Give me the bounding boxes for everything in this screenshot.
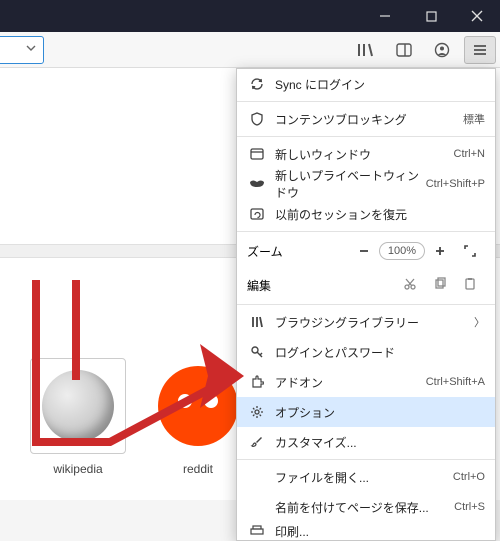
tile-wikipedia[interactable]: wikipedia	[30, 358, 126, 476]
gear-icon	[247, 405, 267, 419]
wikipedia-logo	[42, 370, 114, 442]
minimize-button[interactable]	[362, 0, 408, 32]
menu-label: 印刷...	[267, 523, 485, 540]
chevron-right-icon: 〉	[474, 314, 485, 330]
menu-label: ログインとパスワード	[267, 344, 485, 361]
toolbar: す	[0, 32, 500, 68]
hamburger-menu-button[interactable]	[464, 36, 496, 64]
menu-item-open-file[interactable]: ファイルを開く... Ctrl+O	[237, 462, 495, 492]
menu-item-blocking[interactable]: コンテンツブロッキング 標準	[237, 104, 495, 134]
sidebar-icon[interactable]	[388, 36, 420, 64]
tile-label: wikipedia	[30, 462, 126, 476]
key-icon	[247, 345, 267, 359]
menu-label: 新しいウィンドウ	[267, 146, 454, 163]
menu-item-library[interactable]: ブラウジングライブラリー 〉	[237, 307, 495, 337]
zoom-in-button[interactable]	[425, 239, 455, 263]
edit-label: 編集	[247, 277, 395, 294]
maximize-button[interactable]	[408, 0, 454, 32]
copy-button[interactable]	[425, 277, 455, 294]
shortcut: Ctrl+Shift+A	[426, 376, 485, 388]
account-icon[interactable]	[426, 36, 458, 64]
menu-item-new-private[interactable]: 新しいプライベートウィンドウ Ctrl+Shift+P	[237, 169, 495, 199]
shortcut: Ctrl+N	[454, 148, 485, 160]
app-menu: Sync にログイン コンテンツブロッキング 標準 新しいウィンドウ Ctrl+…	[236, 68, 496, 541]
blocking-badge: 標準	[463, 111, 485, 127]
menu-label: Sync にログイン	[267, 76, 485, 93]
zoom-label: ズーム	[247, 243, 349, 260]
library-icon[interactable]	[350, 36, 382, 64]
menu-item-addons[interactable]: アドオン Ctrl+Shift+A	[237, 367, 495, 397]
menu-item-options[interactable]: オプション	[237, 397, 495, 427]
chevron-down-icon[interactable]	[25, 42, 37, 57]
shortcut: Ctrl+Shift+P	[426, 178, 485, 190]
menu-label: オプション	[267, 404, 485, 421]
menu-label: 新しいプライベートウィンドウ	[267, 167, 426, 201]
menu-zoom-row: ズーム 100%	[237, 234, 495, 268]
menu-item-sync[interactable]: Sync にログイン	[237, 69, 495, 99]
menu-item-restore[interactable]: 以前のセッションを復元	[237, 199, 495, 229]
menu-label: ファイルを開く...	[267, 469, 453, 486]
fullscreen-button[interactable]	[455, 239, 485, 263]
restore-icon	[247, 208, 267, 220]
shortcut: Ctrl+S	[454, 501, 485, 513]
address-bar[interactable]: す	[0, 36, 44, 64]
menu-label: コンテンツブロッキング	[267, 111, 463, 128]
menu-item-logins[interactable]: ログインとパスワード	[237, 337, 495, 367]
menu-item-customize[interactable]: カスタマイズ...	[237, 427, 495, 457]
puzzle-icon	[247, 375, 267, 389]
menu-item-save-as[interactable]: 名前を付けてページを保存... Ctrl+S	[237, 492, 495, 522]
mask-icon	[247, 179, 267, 189]
menu-item-new-window[interactable]: 新しいウィンドウ Ctrl+N	[237, 139, 495, 169]
tile-label: reddit	[150, 462, 246, 476]
menu-label: 名前を付けてページを保存...	[267, 499, 454, 516]
menu-label: アドオン	[267, 374, 426, 391]
tile-reddit[interactable]: reddit	[150, 358, 246, 476]
cut-button[interactable]	[395, 277, 425, 294]
window-titlebar	[0, 0, 500, 32]
zoom-percent[interactable]: 100%	[379, 242, 425, 260]
top-sites: wikipedia reddit	[30, 358, 246, 476]
shield-icon	[247, 112, 267, 126]
shortcut: Ctrl+O	[453, 471, 485, 483]
sync-icon	[247, 77, 267, 91]
close-button[interactable]	[454, 0, 500, 32]
zoom-out-button[interactable]	[349, 239, 379, 263]
menu-label: ブラウジングライブラリー	[267, 314, 474, 331]
paste-button[interactable]	[455, 277, 485, 294]
window-icon	[247, 148, 267, 160]
library-icon	[247, 315, 267, 329]
menu-edit-row: 編集	[237, 268, 495, 302]
reddit-logo	[158, 366, 238, 446]
print-icon	[247, 525, 267, 537]
menu-item-print[interactable]: 印刷...	[237, 522, 495, 540]
menu-label: カスタマイズ...	[267, 434, 485, 451]
menu-label: 以前のセッションを復元	[267, 206, 485, 223]
brush-icon	[247, 435, 267, 449]
